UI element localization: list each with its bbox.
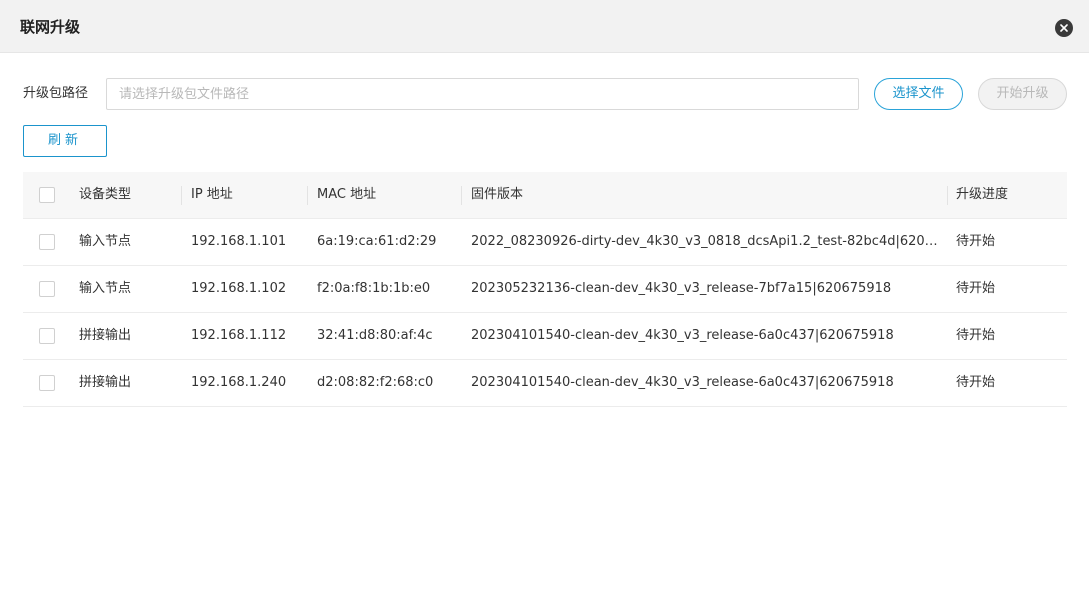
select-all-checkbox[interactable] <box>39 187 55 203</box>
progress-cell: 待开始 <box>956 234 996 249</box>
row-checkbox[interactable] <box>39 281 55 297</box>
ip-cell: 192.168.1.102 <box>191 281 287 296</box>
table-row[interactable]: 拼接输出 192.168.1.112 32:41:d8:80:af:4c 202… <box>23 313 1067 360</box>
mac-cell: 32:41:d8:80:af:4c <box>317 328 433 343</box>
table-row[interactable]: 输入节点 192.168.1.101 6a:19:ca:61:d2:29 202… <box>23 219 1067 266</box>
ip-cell: 192.168.1.112 <box>191 328 287 343</box>
progress-cell: 待开始 <box>956 281 996 296</box>
dialog-header: 联网升级 <box>0 0 1089 53</box>
device-type-cell: 拼接输出 <box>79 375 132 390</box>
mac-cell: d2:08:82:f2:68:c0 <box>317 375 434 390</box>
upgrade-dialog: 联网升级 升级包路径 选择文件 开始升级 刷新 设备类型 IP 地址 MAC 地… <box>0 0 1089 613</box>
firmware-cell: 202304101540-clean-dev_4k30_v3_release-6… <box>471 375 894 390</box>
mac-cell: 6a:19:ca:61:d2:29 <box>317 234 437 249</box>
table-row[interactable]: 输入节点 192.168.1.102 f2:0a:f8:1b:1b:e0 202… <box>23 266 1067 313</box>
column-header-progress: 升级进度 <box>956 187 1009 202</box>
package-path-input[interactable] <box>106 78 859 110</box>
progress-cell: 待开始 <box>956 328 996 343</box>
table-row[interactable]: 拼接输出 192.168.1.240 d2:08:82:f2:68:c0 202… <box>23 360 1067 407</box>
firmware-cell: 202305232136-clean-dev_4k30_v3_release-7… <box>471 281 892 296</box>
dialog-title: 联网升级 <box>20 18 81 36</box>
refresh-button[interactable]: 刷新 <box>23 125 107 157</box>
device-type-cell: 拼接输出 <box>79 328 132 343</box>
row-checkbox[interactable] <box>39 375 55 391</box>
column-divider <box>181 186 182 205</box>
device-type-cell: 输入节点 <box>79 281 132 296</box>
firmware-cell: 2022_08230926-dirty-dev_4k30_v3_0818_dcs… <box>471 234 939 249</box>
row-checkbox[interactable] <box>39 328 55 344</box>
package-path-label: 升级包路径 <box>23 86 89 101</box>
column-header-firmware: 固件版本 <box>471 187 524 202</box>
column-divider <box>307 186 308 205</box>
device-type-cell: 输入节点 <box>79 234 132 249</box>
choose-file-button[interactable]: 选择文件 <box>874 78 963 110</box>
mac-cell: f2:0a:f8:1b:1b:e0 <box>317 281 431 296</box>
firmware-cell: 202304101540-clean-dev_4k30_v3_release-6… <box>471 328 894 343</box>
row-checkbox[interactable] <box>39 234 55 250</box>
column-divider <box>461 186 462 205</box>
close-icon[interactable] <box>1055 19 1073 37</box>
device-table: 设备类型 IP 地址 MAC 地址 固件版本 升级进度 输入节点 192.168… <box>23 172 1067 407</box>
ip-cell: 192.168.1.101 <box>191 234 287 249</box>
column-header-type: 设备类型 <box>79 187 132 202</box>
column-header-mac: MAC 地址 <box>317 187 377 202</box>
ip-cell: 192.168.1.240 <box>191 375 287 390</box>
column-divider <box>947 186 948 205</box>
start-upgrade-button: 开始升级 <box>978 78 1067 110</box>
table-header: 设备类型 IP 地址 MAC 地址 固件版本 升级进度 <box>23 172 1067 219</box>
column-header-ip: IP 地址 <box>191 187 233 202</box>
progress-cell: 待开始 <box>956 375 996 390</box>
